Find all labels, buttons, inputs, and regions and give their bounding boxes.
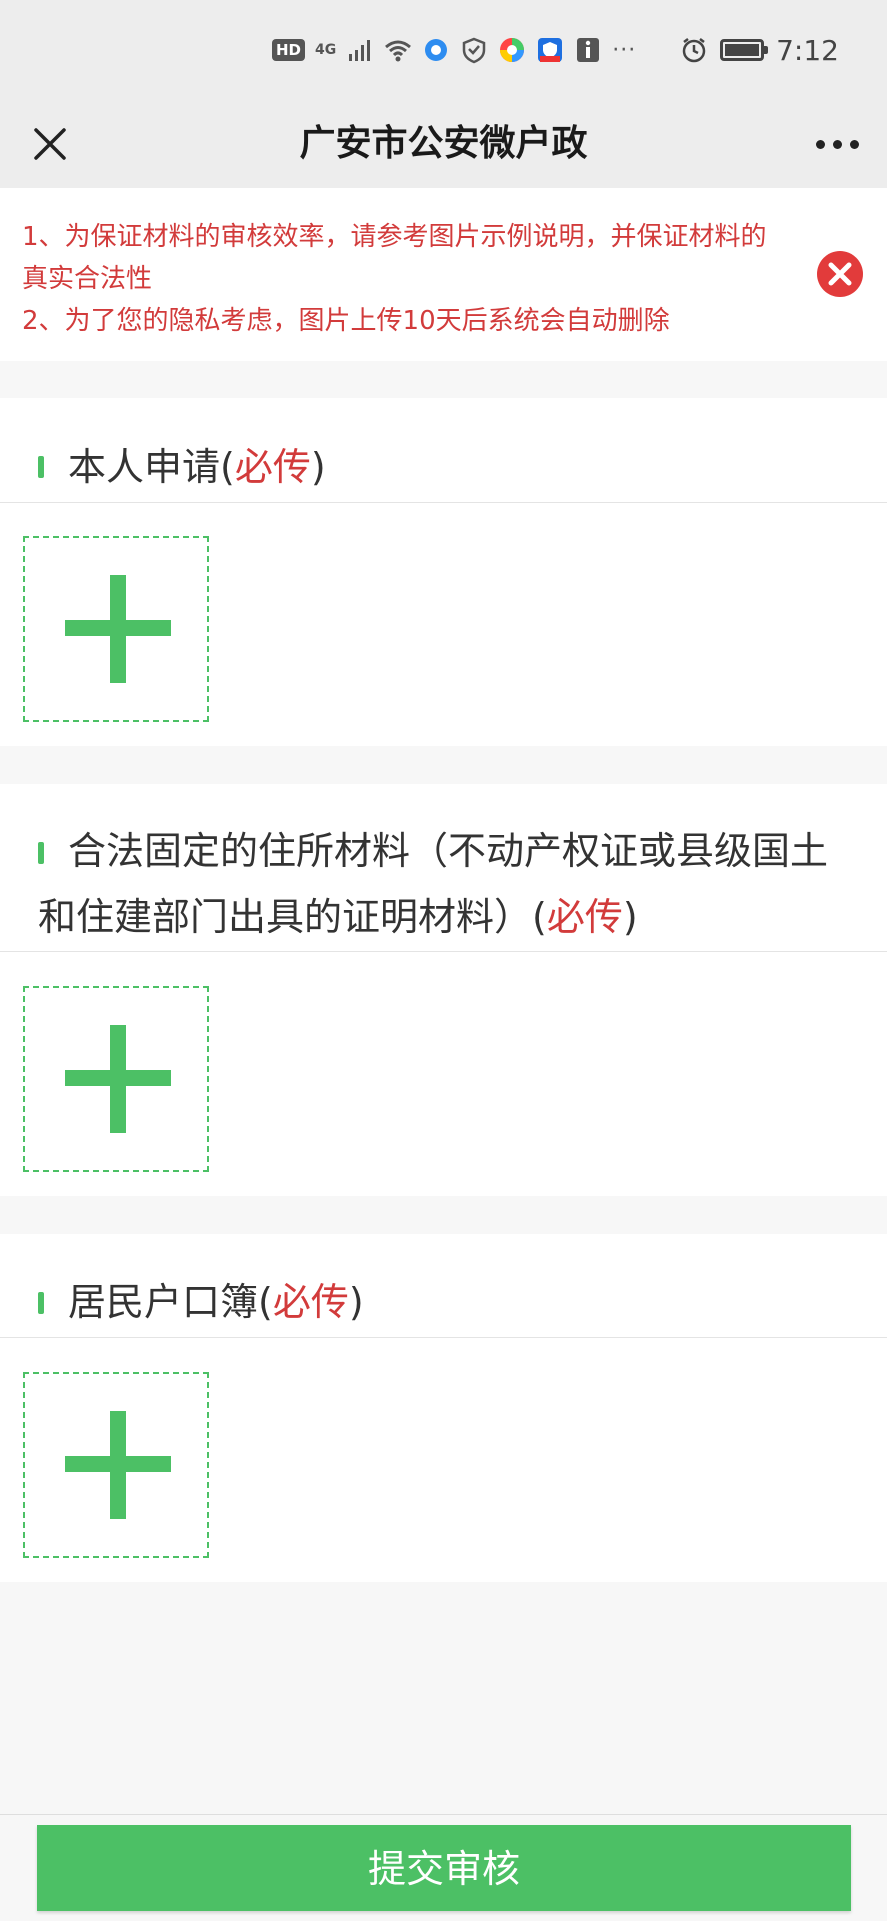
- battery-icon: [720, 39, 769, 61]
- add-image-button[interactable]: [23, 536, 209, 722]
- paren-close: ): [310, 445, 326, 489]
- status-icons: HD 4G ···: [272, 34, 636, 66]
- required-label: 必传: [234, 445, 311, 489]
- signal-icon: [349, 40, 371, 61]
- required-label: 必传: [546, 895, 623, 939]
- section-title-text: 本人申请: [68, 445, 221, 489]
- status-bar: HD 4G ··· 7:12: [0, 0, 887, 100]
- paren-close: ): [622, 895, 638, 939]
- section-header: 合法固定的住所材料（不动产权证或县级国土和住建部门出具的证明材料）(必传): [0, 784, 887, 952]
- section-title: 合法固定的住所材料（不动产权证或县级国土和住建部门出具的证明材料）(必传): [38, 818, 856, 950]
- add-image-button[interactable]: [23, 1372, 209, 1558]
- wifi-icon: [385, 40, 412, 62]
- status-right: 7:12: [680, 30, 839, 70]
- paren-close: ): [348, 1280, 364, 1324]
- submit-review-button[interactable]: 提交审核: [37, 1825, 851, 1911]
- section-title: 本人申请(必传): [68, 434, 326, 500]
- info-app-icon: [577, 38, 600, 62]
- section-header: 居民户口簿(必传): [0, 1234, 887, 1338]
- status-time: 7:12: [776, 33, 839, 67]
- shield-icon: [463, 37, 486, 64]
- alarm-icon: [682, 38, 706, 63]
- required-label: 必传: [272, 1280, 349, 1324]
- section-title-text: 合法固定的住所材料（不动产权证或县级国土和住建部门出具的证明材料）: [38, 829, 829, 939]
- paren-open: (: [220, 445, 235, 489]
- section-marker: [38, 1292, 44, 1314]
- more-dots-icon[interactable]: [809, 122, 865, 166]
- hd-badge: HD: [272, 39, 306, 61]
- notice-line: 2、为了您的隐私考虑，图片上传10天后系统会自动删除: [22, 306, 670, 336]
- notice-line: 1、为保证材料的审核效率，请参考图片示例说明，并保证材料的真实合法性: [22, 222, 767, 294]
- footer-bar: 提交审核: [0, 1814, 887, 1921]
- more-notifications-icon: ···: [612, 37, 637, 63]
- security-app-icon: [538, 38, 563, 62]
- add-image-button[interactable]: [23, 986, 209, 1172]
- paren-open: (: [532, 895, 547, 939]
- colorful-app-icon: [500, 38, 525, 62]
- notice-text: 1、为保证材料的审核效率，请参考图片示例说明，并保证材料的真实合法性 2、为了您…: [22, 216, 792, 342]
- section-marker: [38, 456, 44, 478]
- section-title: 居民户口簿(必传): [68, 1269, 364, 1335]
- upload-section-residence-material: 合法固定的住所材料（不动产权证或县级国土和住建部门出具的证明材料）(必传): [0, 784, 887, 1196]
- notice-close-icon[interactable]: [816, 250, 864, 298]
- section-header: 本人申请(必传): [0, 398, 887, 503]
- section-title-text: 居民户口簿: [68, 1280, 259, 1324]
- upload-section-household-register: 居民户口簿(必传): [0, 1234, 887, 1582]
- network-label: 4G: [315, 42, 337, 58]
- page-title: 广安市公安微户政: [299, 123, 588, 164]
- browser-app-icon: [425, 39, 448, 61]
- notice-banner: 1、为保证材料的审核效率，请参考图片示例说明，并保证材料的真实合法性 2、为了您…: [0, 188, 887, 361]
- upload-section-personal-application: 本人申请(必传): [0, 398, 887, 746]
- paren-open: (: [258, 1280, 273, 1324]
- nav-bar: 广安市公安微户政: [0, 100, 887, 188]
